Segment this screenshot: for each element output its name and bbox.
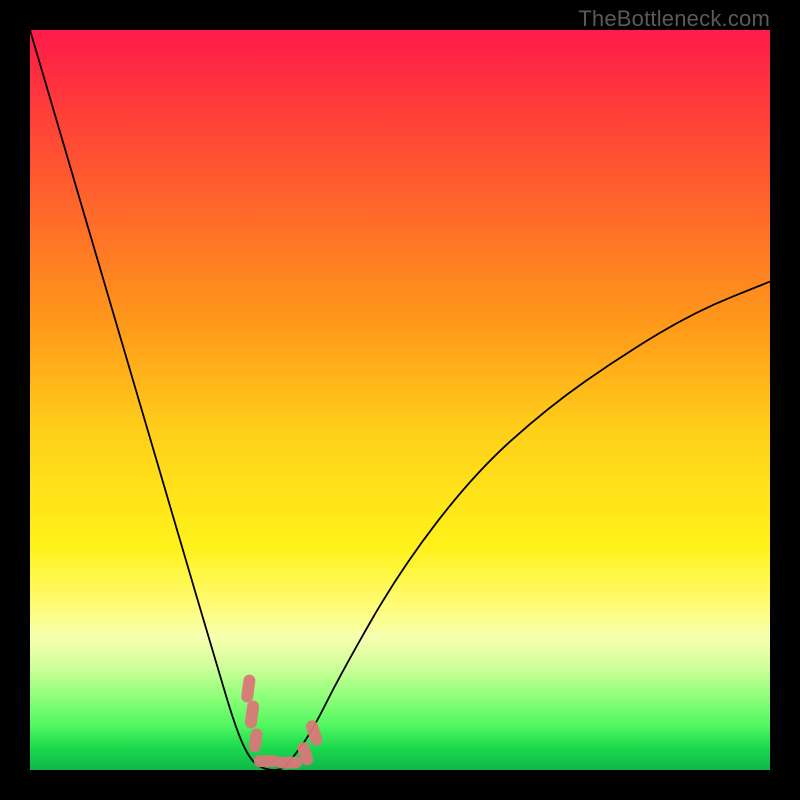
watermark-text: TheBottleneck.com <box>578 6 770 32</box>
bottleneck-curve <box>30 30 770 770</box>
marker-cluster <box>240 674 323 769</box>
chart-plot-area <box>30 30 770 770</box>
curve-line <box>30 30 770 770</box>
